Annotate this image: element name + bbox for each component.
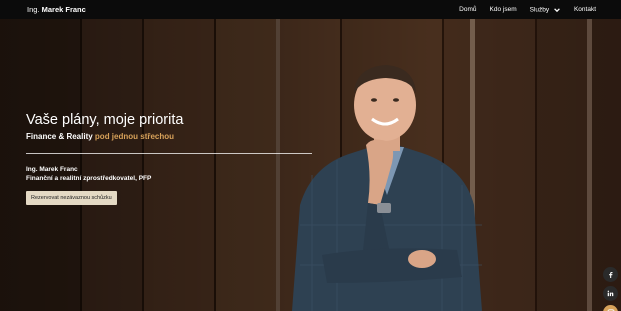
top-navbar: Ing. Marek Franc Domů Kdo jsem Služby Ko… xyxy=(0,0,621,19)
facebook-link[interactable] xyxy=(603,267,618,282)
brand-logo[interactable]: Ing. Marek Franc xyxy=(27,5,86,14)
nav-item-sluzby[interactable]: Služby xyxy=(530,6,561,14)
nav-item-sluzby-label: Služby xyxy=(529,6,550,14)
person-name: Ing. Marek Franc xyxy=(26,166,78,174)
person-title: Finanční a realitní zprostředkovatel, PF… xyxy=(26,175,152,183)
hero-subtitle: Finance & Reality pod jednou střechou xyxy=(26,132,326,141)
linkedin-link[interactable] xyxy=(603,286,618,301)
linkedin-icon xyxy=(607,290,614,297)
chevron-down-icon xyxy=(554,7,560,12)
hero-divider xyxy=(26,153,312,155)
hero-headline: Vaše plány, moje priorita xyxy=(26,112,184,128)
hero-section: Vaše plány, moje priorita Finance & Real… xyxy=(0,19,621,311)
social-links xyxy=(603,267,618,311)
brand-name: Marek Franc xyxy=(41,5,86,14)
brand-prefix: Ing. xyxy=(27,5,40,14)
facebook-icon xyxy=(609,272,613,278)
nav-item-domu[interactable]: Domů xyxy=(459,6,476,13)
nav-item-kdo-jsem[interactable]: Kdo jsem xyxy=(490,6,517,13)
hero-subtitle-main: Finance & Reality xyxy=(26,132,93,142)
hero-content: Vaše plány, moje priorita Finance & Real… xyxy=(26,112,326,206)
instagram-link[interactable] xyxy=(603,305,618,311)
main-menu: Domů Kdo jsem Služby Kontakt xyxy=(459,6,596,14)
nav-item-kontakt[interactable]: Kontakt xyxy=(574,6,596,13)
book-meeting-button[interactable]: Rezervovat nezávaznou schůzku xyxy=(26,191,117,206)
hero-subtitle-accent: pod jednou střechou xyxy=(94,132,175,142)
